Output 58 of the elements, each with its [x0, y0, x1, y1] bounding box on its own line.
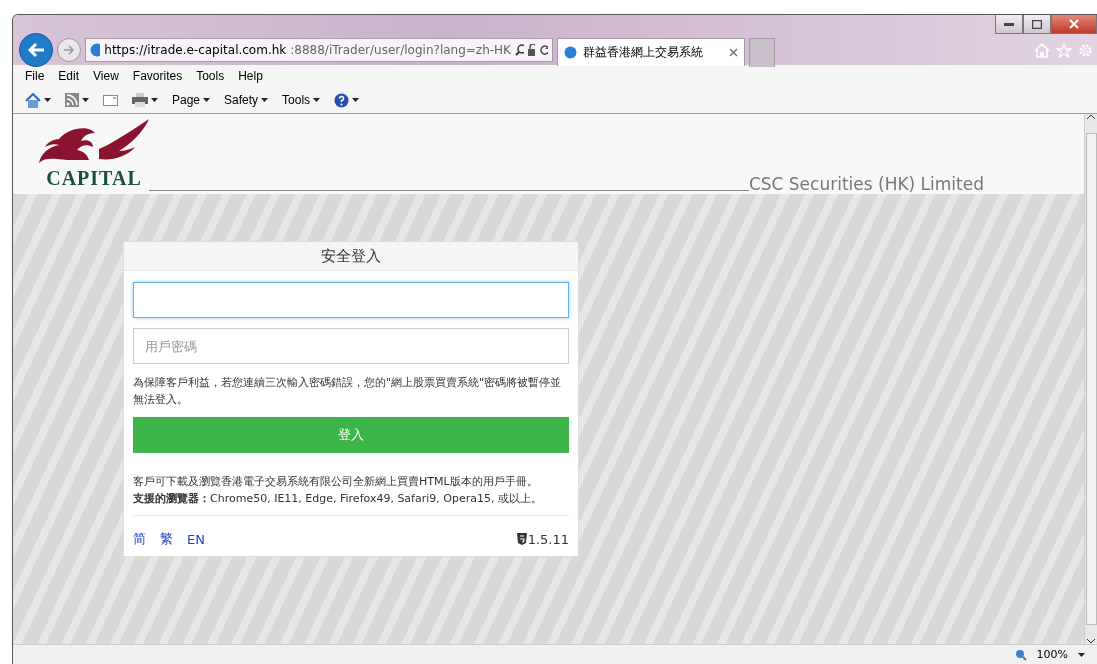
- url-path: :8888/iTrader/user/login?lang=zh-HK: [290, 43, 511, 57]
- url-host: https://itrade.e-capital.com.hk: [104, 43, 287, 57]
- dropdown-caret-icon: [203, 98, 211, 102]
- close-button[interactable]: [1051, 15, 1097, 34]
- dropdown-caret-icon: [82, 98, 89, 102]
- right-arrow-icon: [63, 45, 75, 55]
- back-button[interactable]: [19, 33, 53, 67]
- language-link[interactable]: 简: [133, 530, 146, 548]
- command-menu[interactable]: Tools: [282, 93, 321, 107]
- language-link[interactable]: EN: [187, 531, 205, 547]
- menu-item[interactable]: Favorites: [132, 69, 183, 83]
- scrollbar[interactable]: [1084, 114, 1097, 644]
- shield-icon: [516, 533, 527, 545]
- logo-text: CAPITAL: [46, 167, 142, 190]
- dropdown-caret-icon: [313, 98, 321, 102]
- warning-text: 為保障客戶利益，若您連續三次輸入密碼錯誤，您的"網上股票買賣系統"密碼將被暫停並無法登入。: [133, 375, 563, 408]
- close-tab-icon[interactable]: [729, 48, 738, 57]
- lock-icon: [527, 44, 536, 56]
- help-icon[interactable]: [334, 92, 350, 108]
- company-name: CSC Securities (HK) Limited: [748, 174, 984, 194]
- menu-item[interactable]: Edit: [58, 69, 80, 83]
- close-icon: [1069, 19, 1079, 29]
- minimize-icon: [1004, 22, 1014, 26]
- language-link[interactable]: 繁: [160, 530, 173, 548]
- star-icon[interactable]: [1056, 42, 1072, 58]
- dropdown-caret-icon: [261, 98, 269, 102]
- password-field[interactable]: 用戶密碼: [133, 328, 569, 364]
- supported-browsers-text: 支援的瀏覽器：Chrome50, IE11, Edge, Firefox49, Safari9, Opera15, 或以上。: [133, 491, 543, 507]
- address-bar[interactable]: https://itrade.e-capital.com.hk :8888/iTrader/user/login?lang=zh-HK: [85, 38, 553, 62]
- mail-icon[interactable]: [103, 94, 118, 106]
- zoom-icon: [1014, 648, 1027, 661]
- search-icon[interactable]: [515, 44, 524, 56]
- maximize-button[interactable]: [1023, 15, 1051, 34]
- dropdown-caret-icon: [352, 98, 360, 102]
- version-text: 1.5.11: [527, 531, 569, 547]
- printer-icon[interactable]: [132, 93, 148, 107]
- dropdown-caret-icon: [44, 98, 51, 102]
- scroll-down-icon[interactable]: [1087, 639, 1095, 644]
- menu-item[interactable]: Tools: [196, 69, 225, 83]
- home-icon[interactable]: [25, 92, 41, 108]
- feed-icon[interactable]: [65, 93, 79, 107]
- left-arrow-icon: [27, 42, 45, 58]
- username-field[interactable]: [133, 282, 569, 318]
- menu-item[interactable]: View: [93, 69, 119, 83]
- menu-item[interactable]: Help: [238, 69, 263, 83]
- refresh-icon[interactable]: [539, 44, 548, 56]
- minimize-button[interactable]: [995, 15, 1023, 34]
- browser-tab[interactable]: 群益香港網上交易系統: [557, 38, 745, 66]
- maximize-icon: [1032, 19, 1042, 29]
- scroll-up-icon[interactable]: [1087, 114, 1095, 119]
- manual-info-text: 客戶可下載及瀏覽香港電子交易系統有限公司全新網上買賣HTML版本的用戶手冊。: [133, 474, 539, 490]
- command-menu[interactable]: Page: [172, 93, 211, 107]
- command-menu[interactable]: Safety: [224, 93, 269, 107]
- zoom-level[interactable]: 100%: [1036, 648, 1068, 661]
- menu-item[interactable]: File: [25, 69, 45, 83]
- card-title: 安全登入: [321, 246, 381, 266]
- dropdown-caret-icon[interactable]: [1078, 652, 1085, 657]
- dropdown-caret-icon: [151, 98, 158, 102]
